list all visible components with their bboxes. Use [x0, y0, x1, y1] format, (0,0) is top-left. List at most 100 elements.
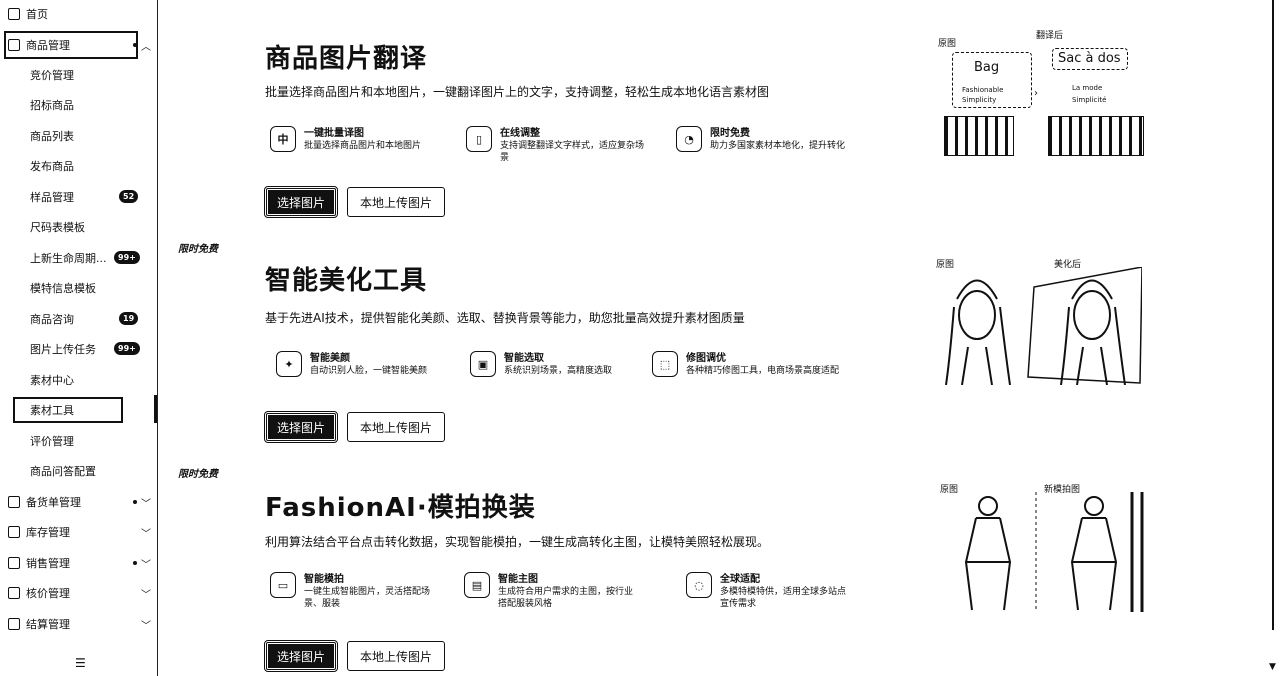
sparkle-icon: ✦ [276, 351, 302, 377]
sidebar-item-product-list[interactable]: 商品列表 [30, 125, 74, 147]
sidebar-item-size-template[interactable]: 尺码表模板 [30, 216, 85, 238]
sales-icon [8, 557, 20, 569]
chevron-down-icon[interactable]: ﹀ [141, 617, 151, 632]
model-shot-icon: ▭ [270, 572, 296, 598]
chevron-down-icon[interactable]: ﹀ [141, 495, 151, 510]
feature-desc: 支持调整翻译文字样式，适应复杂场景 [500, 141, 645, 163]
sidebar-item-label: 商品问答配置 [30, 465, 96, 478]
bag-image-before [944, 116, 1014, 156]
feature-item: ✦ 智能美颜 自动识别人脸，一键智能美颜 [276, 349, 466, 385]
feature-desc: 自动识别人脸，一键智能美颜 [310, 366, 428, 376]
source-word: Bag [974, 60, 1000, 75]
section-title: 商品图片翻译 [265, 44, 428, 74]
select-images-button[interactable]: 选择图片 [264, 640, 338, 672]
count-badge: 52 [119, 190, 139, 203]
sidebar-group-sales[interactable]: 销售管理 [8, 551, 70, 575]
portrait-images [945, 267, 1142, 385]
sidebar-item-material-center[interactable]: 素材中心 [30, 369, 74, 391]
count-badge: 99+ [114, 251, 140, 264]
feature-desc: 系统识别场景，高精度选取 [504, 366, 613, 376]
feature-desc: 生成符合用户需求的主图，按行业搭配服装风格 [498, 587, 634, 609]
upload-local-button[interactable]: 本地上传图片 [347, 412, 445, 442]
select-images-button[interactable]: 选择图片 [264, 186, 338, 218]
sidebar-scrollbar[interactable] [154, 395, 157, 423]
sidebar-item-label: 招标商品 [30, 99, 74, 112]
sidebar-item-inquiry[interactable]: 商品咨询 [30, 308, 74, 330]
section-desc: 利用算法结合平台点击转化数据，实现智能模拍，一键生成高转化主图，让模特美照轻松展… [265, 535, 770, 549]
sidebar-item-label: 样品管理 [30, 191, 74, 204]
beauty-preview: 原图 美化后 [932, 255, 1142, 385]
upload-local-button[interactable]: 本地上传图片 [347, 641, 445, 671]
feature-title: 在线调整 [500, 128, 540, 139]
sidebar-group-settlement[interactable]: 结算管理 [8, 612, 70, 636]
target-tag: La mode [1072, 84, 1103, 92]
free-ribbon: 限时免费 [178, 469, 218, 480]
feature-desc: 多模特模特供，适用全球多站点宣传需求 [720, 587, 847, 609]
main-image-icon: ▤ [464, 572, 490, 598]
feature-item: ▣ 智能选取 系统识别场景，高精度选取 [470, 349, 660, 385]
bag-image-after [1048, 116, 1144, 156]
sidebar-item-label: 商品管理 [26, 39, 70, 52]
sidebar-item-reviews[interactable]: 评价管理 [30, 430, 74, 452]
select-icon: ▣ [470, 351, 496, 377]
sidebar-item-label: 备货单管理 [26, 496, 81, 509]
feature-item: ▯ 在线调整 支持调整翻译文字样式，适应复杂场景 [466, 124, 656, 163]
sidebar-item-bidding[interactable]: 竞价管理 [30, 64, 74, 86]
chevron-up-icon[interactable]: ︿ [141, 38, 151, 53]
feature-item: ▤ 智能主图 生成符合用户需求的主图，按行业搭配服装风格 [464, 570, 654, 609]
sidebar-item-samples[interactable]: 样品管理 [30, 186, 74, 208]
count-badge: 19 [119, 312, 139, 325]
sidebar-group-pricing[interactable]: 核价管理 [8, 581, 70, 605]
source-tag: Fashionable [962, 86, 1004, 94]
sidebar-item-qa-config[interactable]: 商品问答配置 [30, 460, 96, 482]
feature-item: ⬚ 修图调优 各种精巧修图工具，电商场景高度适配 [652, 349, 852, 385]
chevron-down-icon[interactable]: ﹀ [141, 556, 151, 571]
inventory-icon [8, 526, 20, 538]
feature-title: 限时免费 [710, 128, 750, 139]
select-images-button[interactable]: 选择图片 [264, 411, 338, 443]
sidebar-item-label: 尺码表模板 [30, 221, 85, 234]
chevron-down-icon[interactable]: ﹀ [141, 586, 151, 601]
after-label: 翻译后 [1036, 31, 1064, 41]
section-desc: 基于先进AI技术，提供智能化美颜、选取、替换背景等能力，助您批量高效提升素材图质… [265, 311, 745, 325]
edit-icon: ▯ [466, 126, 492, 152]
sidebar-item-label: 素材工具 [30, 404, 74, 417]
menu-collapse-icon[interactable]: ☰ [75, 656, 86, 670]
section-title: FashionAI·模拍换装 [265, 493, 536, 523]
chevron-down-icon[interactable]: ﹀ [141, 525, 151, 540]
sidebar-item-upload-tasks[interactable]: 图片上传任务 [30, 338, 96, 360]
sidebar-item-lifecycle[interactable]: 上新生命周期... [30, 247, 107, 269]
feature-item: ◌ 全球适配 多模特模特供，适用全球多站点宣传需求 [686, 570, 866, 609]
source-tag: Simplicity [962, 96, 997, 104]
feature-item: ▭ 智能模拍 一键生成智能图片，灵活搭配场景、服装 [270, 570, 460, 609]
sidebar-group-product[interactable]: 商品管理 [8, 33, 70, 57]
sidebar-item-label: 发布商品 [30, 160, 74, 173]
sidebar-item-material-tools[interactable]: 素材工具 [30, 399, 74, 421]
sidebar-item-tender[interactable]: 招标商品 [30, 94, 74, 116]
before-label: 原图 [938, 39, 957, 49]
sidebar-item-label: 评价管理 [30, 435, 74, 448]
feature-title: 智能主图 [498, 574, 538, 585]
sidebar-item-model-template[interactable]: 模特信息模板 [30, 277, 96, 299]
fashion-preview: 原图 新模拍图 [936, 480, 1146, 612]
scroll-down-icon[interactable]: ▼ [1269, 662, 1276, 672]
upload-local-button[interactable]: 本地上传图片 [347, 187, 445, 217]
sidebar-group-stock-orders[interactable]: 备货单管理 [8, 490, 81, 514]
retouch-icon: ⬚ [652, 351, 678, 377]
sidebar-item-label: 模特信息模板 [30, 282, 96, 295]
notice-dot [133, 43, 137, 47]
sidebar-group-inventory[interactable]: 库存管理 [8, 520, 70, 544]
sidebar-item-home[interactable]: 首页 [8, 2, 48, 26]
sidebar-item-label: 商品咨询 [30, 313, 74, 326]
section-title: 智能美化工具 [265, 266, 428, 296]
sidebar-item-publish[interactable]: 发布商品 [30, 155, 74, 177]
scrollbar-track[interactable] [1272, 0, 1274, 630]
page-scrollbar[interactable]: ▼ [1266, 0, 1280, 676]
globe-icon: ◌ [686, 572, 712, 598]
settlement-icon [8, 618, 20, 630]
feature-title: 修图调优 [686, 353, 726, 364]
feature-item: 中 一键批量译图 批量选择商品图片和本地图片 [270, 124, 460, 160]
feature-desc: 批量选择商品图片和本地图片 [304, 141, 422, 151]
translate-icon: 中 [270, 126, 296, 152]
free-ribbon: 限时免费 [178, 244, 218, 255]
